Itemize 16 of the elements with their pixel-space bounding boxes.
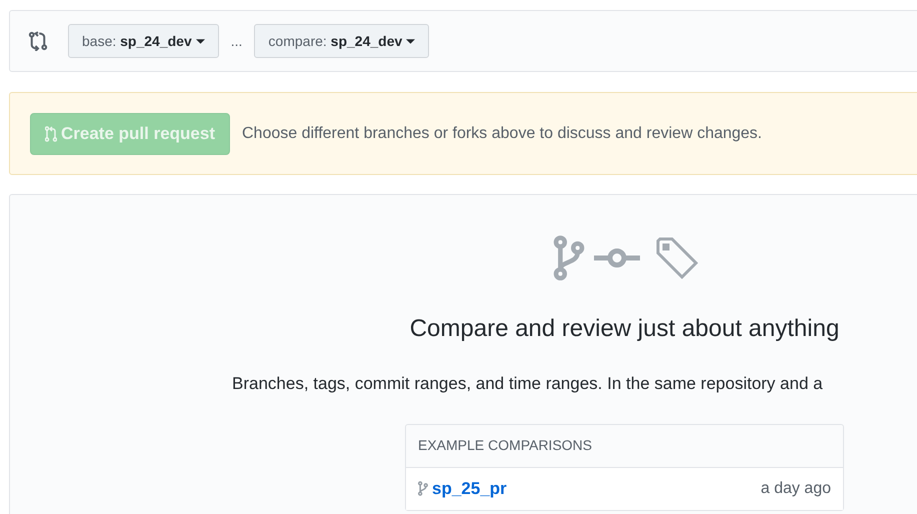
notice-message: Choose different branches or forks above to discuss and review changes.	[242, 124, 762, 144]
branch-select-button[interactable]: base: sp_24_dev	[68, 24, 219, 58]
pull-request-icon	[45, 126, 57, 142]
blankslate-description: Branches, tags, commit ranges, and time ranges. In the same repository and a	[232, 373, 823, 395]
branch-icon	[552, 235, 586, 281]
branch-link[interactable]: sp_25_pr	[418, 476, 507, 502]
tag-icon	[656, 237, 698, 279]
branch-icon	[418, 481, 428, 496]
range-separator: ...	[230, 32, 242, 50]
compare-arrows-icon	[28, 31, 48, 51]
commit-icon	[594, 247, 640, 269]
time-text: a day ago	[760, 478, 831, 498]
branch-select-button[interactable]: compare: sp_24_dev	[254, 24, 430, 58]
caret-icon	[406, 38, 416, 44]
caret-icon	[196, 38, 205, 44]
blankslate-heading: Compare and review just about anything	[410, 314, 840, 344]
